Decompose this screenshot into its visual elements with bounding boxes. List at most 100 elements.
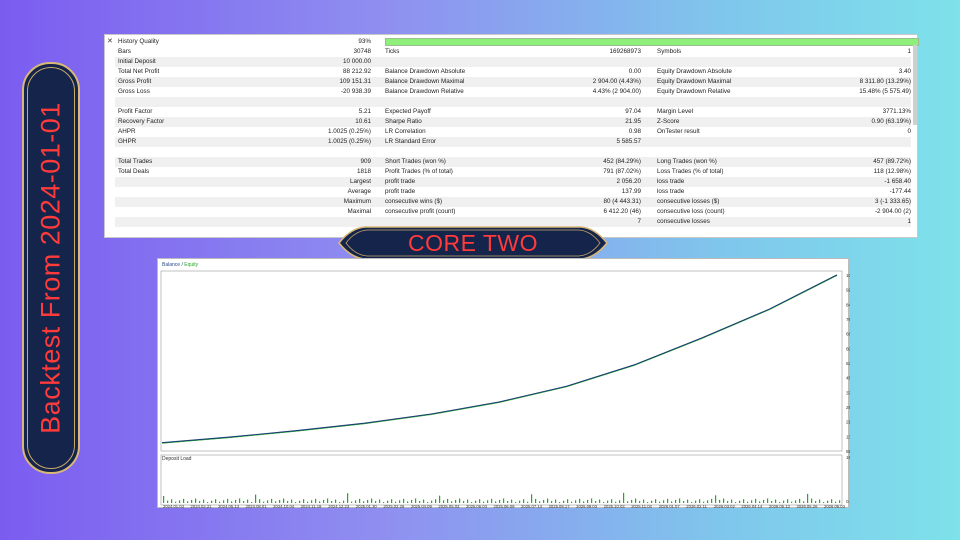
deposit-bar <box>227 498 229 503</box>
table-cell: -2 904.00 (2) <box>874 208 911 215</box>
y-tick-label: 29300 <box>846 405 850 410</box>
legend-balance: Balance <box>162 262 181 268</box>
table-cell: Balance Drawdown Absolute <box>385 68 466 75</box>
x-tick-label: 2024.08.01 <box>246 504 268 509</box>
deposit-bar <box>679 498 681 503</box>
table-cell: 3771.13% <box>882 108 911 115</box>
x-tick-label: 2025.05.03 <box>438 504 460 509</box>
table-row: Total Trades 909 Short Trades (won %) 452 (… <box>115 157 911 167</box>
deposit-bar <box>203 499 205 503</box>
deposit-bar <box>443 500 445 503</box>
table-cell: Balance Drawdown Relative <box>385 88 464 95</box>
table-cell: Average <box>347 188 371 195</box>
deposit-bar <box>359 498 361 503</box>
deposit-bar <box>639 500 641 503</box>
deposit-bar <box>319 501 321 503</box>
table-cell: Recovery Factor <box>118 118 165 125</box>
table-cell: 1 <box>907 48 911 55</box>
table-cell: 10 000.00 <box>342 58 371 65</box>
deposit-bar <box>171 499 173 503</box>
deposit-bar <box>795 500 797 503</box>
deposit-bar <box>179 500 181 503</box>
table-cell: Total Trades <box>118 158 153 165</box>
deposit-bar <box>695 500 697 503</box>
deposit-bar <box>219 501 221 503</box>
table-cell: Bars <box>118 48 131 55</box>
deposit-bar <box>787 499 789 503</box>
deposit-bar <box>419 500 421 503</box>
x-tick-label: 2024.11.19 <box>301 504 322 509</box>
deposit-bar <box>163 496 165 503</box>
deposit-bar <box>683 500 685 503</box>
deposit-bar <box>211 500 213 503</box>
table-cell: Sharpe Ratio <box>385 118 422 125</box>
deposit-bar <box>275 501 277 503</box>
deposit-bar <box>231 501 233 503</box>
deposit-bar <box>495 501 497 503</box>
chart-legend: Balance / Equity <box>162 262 198 268</box>
x-tick-label: 2025.11.04 <box>631 504 652 509</box>
deposit-bar <box>331 500 333 503</box>
deposit-bar <box>539 501 541 503</box>
table-cell: Equity Drawdown Absolute <box>657 68 732 75</box>
deposit-bar <box>399 500 401 503</box>
y-tick-label: 68836 <box>846 332 850 337</box>
deposit-bar <box>579 498 581 503</box>
x-tick-label: 2026.02.11 <box>686 504 707 509</box>
deposit-bar <box>631 499 633 503</box>
deposit-bar <box>311 500 313 503</box>
deposit-bar <box>343 500 345 503</box>
deposit-bar <box>687 499 689 503</box>
deposit-bar <box>591 498 593 503</box>
deposit-bar <box>623 492 625 503</box>
table-cell: consecutive losses <box>657 218 710 225</box>
equity-line <box>161 275 838 444</box>
table-cell: 0.00 <box>628 68 641 75</box>
table-cell: Maximal <box>347 208 371 215</box>
backtest-report-panel: ✕ History Quality 93% Bars 30748 Ticks 1692… <box>104 34 919 238</box>
deposit-bar <box>435 499 437 503</box>
table-cell: Z-Score <box>657 118 680 125</box>
table-row: Maximal consecutive profit (count) 6 412.2… <box>115 207 911 217</box>
deposit-bar <box>731 499 733 503</box>
close-icon[interactable]: ✕ <box>107 37 113 45</box>
deposit-bar <box>499 499 501 503</box>
deposit-bar <box>367 499 369 503</box>
report-scrollbar[interactable] <box>913 45 917 125</box>
deposit-bar <box>351 501 353 503</box>
deposit-bar <box>303 499 305 503</box>
legend-equity: Equity <box>184 262 199 268</box>
deposit-bar <box>603 502 605 503</box>
table-cell: 4.43% (2 904.00) <box>592 88 641 95</box>
deposit-bar <box>223 500 225 503</box>
y-tick-label: 100465 <box>846 273 850 278</box>
deposit-bar <box>535 498 537 503</box>
table-cell: 5 585.57 <box>616 138 641 145</box>
deposit-bar <box>455 499 457 503</box>
table-row: Gross Profit 109 151.31 Balance Drawdown M… <box>115 77 911 87</box>
history-quality-value: 93% <box>358 38 371 45</box>
balance-chart-panel: 100465 92558 84651 76743 68836 60929 53022 4511… <box>157 258 850 509</box>
deposit-bar <box>283 498 285 503</box>
deposit-bar <box>691 502 693 503</box>
y-tick-label: 37208 <box>846 390 850 395</box>
deposit-bar <box>767 498 769 503</box>
table-cell: 0.98 <box>628 128 641 135</box>
deposit-bar <box>651 500 653 503</box>
deposit-bar <box>611 499 613 503</box>
table-cell: 118 (12.98%) <box>873 168 911 175</box>
deposit-bar <box>803 501 805 503</box>
table-cell: 109 151.31 <box>339 78 371 85</box>
deposit-bar <box>819 499 821 503</box>
deposit-bar <box>783 500 785 503</box>
deposit-bar <box>415 498 417 503</box>
deposit-bar <box>427 502 429 503</box>
x-tick-label: 2025.07.14 <box>521 504 543 509</box>
deposit-bar <box>615 501 617 503</box>
deposit-tick-label: 0.4% <box>846 499 850 504</box>
x-tick-label: 2025.10.03 <box>604 504 626 509</box>
balance-line <box>161 274 838 444</box>
deposit-bar <box>491 498 493 503</box>
table-cell: 452 (84.29%) <box>603 158 641 165</box>
table-cell: 137.99 <box>621 188 641 195</box>
